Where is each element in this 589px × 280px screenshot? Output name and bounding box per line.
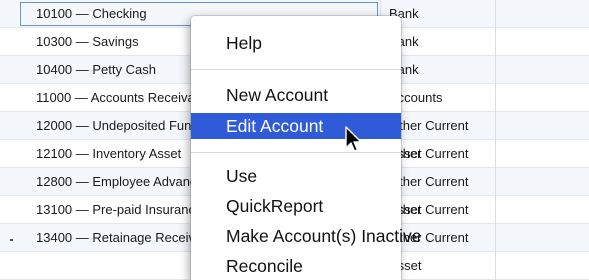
menu-separator — [191, 69, 401, 70]
account-extra-cell — [495, 224, 589, 252]
menu-item-make-inactive[interactable]: Make Account(s) Inactive — [191, 223, 422, 249]
account-extra-cell — [495, 28, 589, 56]
account-extra-cell — [495, 168, 589, 196]
menu-item-reconcile[interactable]: Reconcile — [191, 253, 401, 279]
account-extra-cell — [495, 252, 589, 280]
menu-item-edit-account[interactable]: Edit Account — [191, 113, 401, 139]
row-marker — [10, 239, 13, 241]
account-extra-cell — [495, 196, 589, 224]
account-extra-cell — [495, 84, 589, 112]
account-extra-cell — [495, 140, 589, 168]
account-extra-cell — [495, 0, 589, 28]
account-extra-cell — [495, 56, 589, 84]
context-menu: Help New Account Edit Account Use QuickR… — [191, 16, 422, 280]
menu-item-new-account[interactable]: New Account — [191, 82, 401, 108]
menu-separator — [191, 152, 401, 153]
account-extra-cell — [495, 112, 589, 140]
menu-item-help[interactable]: Help — [191, 30, 401, 56]
menu-item-quickreport[interactable]: QuickReport — [191, 193, 401, 219]
menu-item-use[interactable]: Use — [191, 163, 401, 189]
